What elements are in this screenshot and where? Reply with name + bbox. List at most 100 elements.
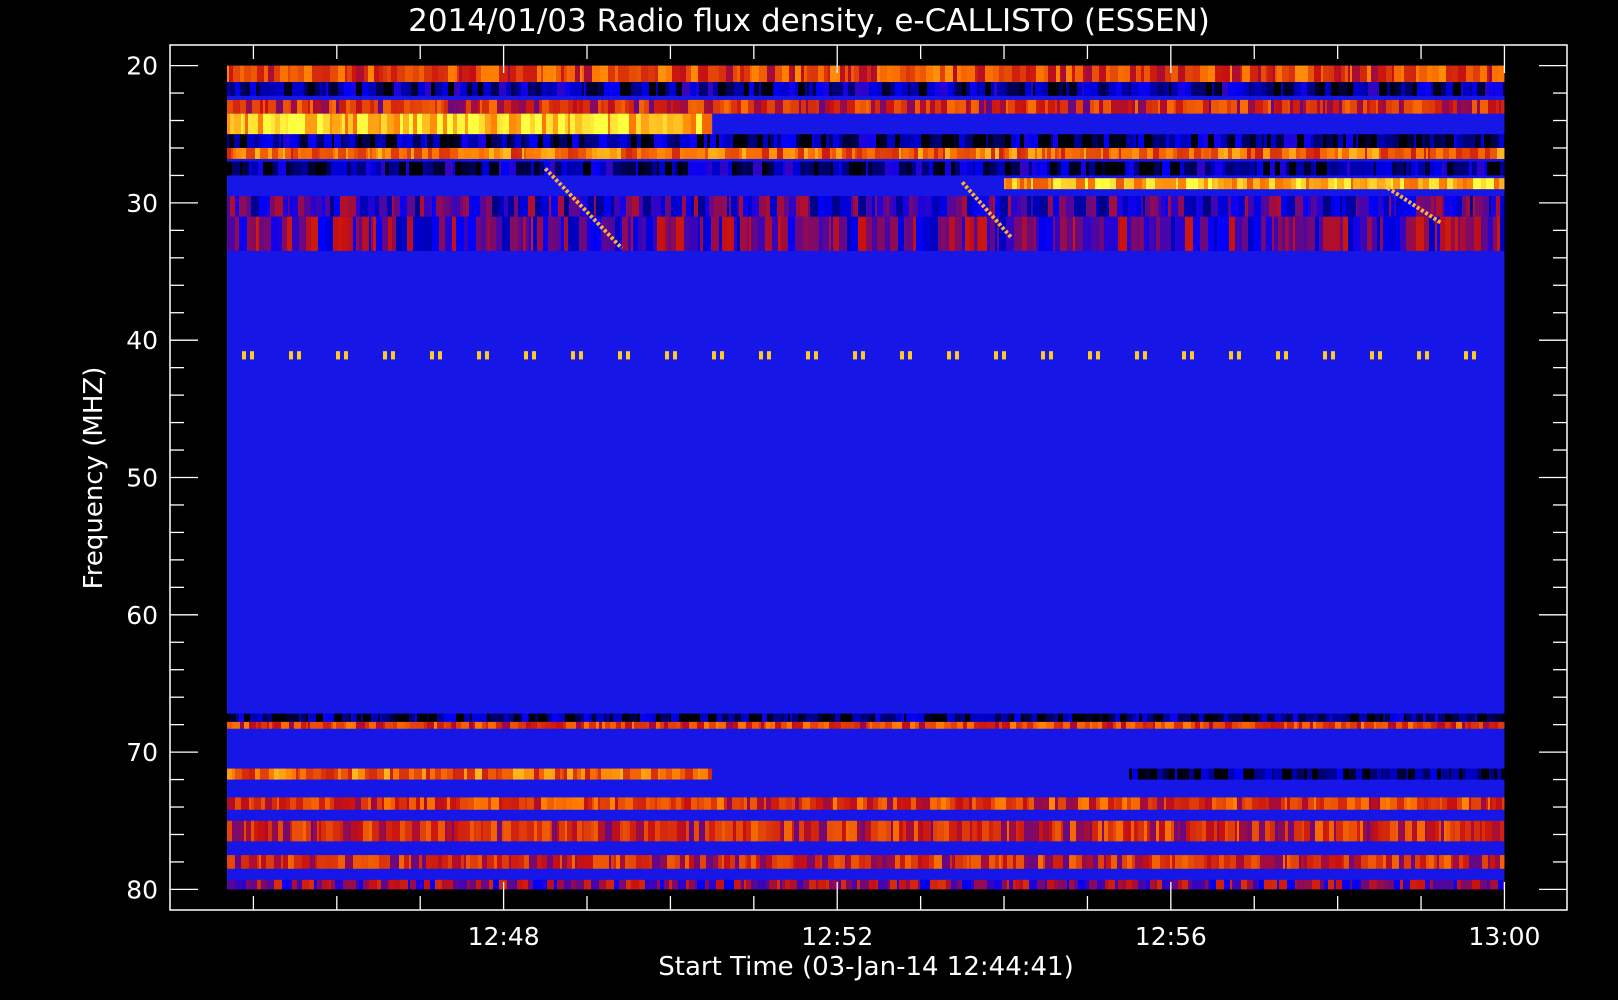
band-segment	[1411, 820, 1415, 842]
band-segment	[999, 196, 1008, 217]
band-segment	[984, 82, 987, 96]
band-segment	[582, 161, 589, 176]
band-segment	[344, 113, 348, 135]
band-segment	[529, 713, 535, 722]
band-segment	[628, 99, 634, 114]
band-segment	[1170, 216, 1175, 251]
band-segment	[446, 797, 450, 810]
band-segment	[994, 713, 1001, 722]
band-segment	[441, 879, 447, 890]
band-segment	[745, 721, 752, 729]
band-segment	[1199, 216, 1208, 251]
band-segment	[739, 65, 744, 83]
band-segment	[805, 713, 810, 722]
band-segment	[1337, 147, 1342, 159]
band-segment	[894, 855, 900, 869]
band-segment	[822, 82, 829, 96]
band-segment	[1119, 216, 1127, 251]
band-segment	[482, 797, 488, 810]
band-segment	[347, 768, 352, 780]
band-segment	[617, 113, 621, 135]
band-segment	[885, 99, 894, 114]
band-segment	[599, 65, 608, 83]
band-segment	[374, 855, 379, 869]
band-segment	[666, 134, 674, 148]
band-segment	[1105, 196, 1109, 217]
band-segment	[1204, 879, 1208, 890]
band-segment	[311, 147, 318, 159]
band-dot	[617, 351, 622, 360]
band-segment	[276, 216, 282, 251]
band-segment	[320, 99, 329, 114]
band-segment	[780, 161, 783, 176]
band-segment	[337, 855, 345, 869]
band-segment	[546, 797, 554, 810]
band-segment	[733, 216, 737, 251]
band-segment	[1415, 134, 1420, 148]
band-segment	[352, 855, 361, 869]
band-segment	[1169, 855, 1172, 869]
band-segment	[479, 713, 487, 722]
band-segment	[226, 820, 232, 842]
band-segment	[934, 99, 941, 114]
band-segment	[486, 855, 494, 869]
band-segment	[1130, 721, 1135, 729]
band-segment	[1310, 797, 1314, 810]
band-segment	[800, 65, 804, 83]
band-segment	[1163, 178, 1169, 190]
band-segment	[375, 216, 382, 251]
band-segment	[257, 820, 265, 842]
band-segment	[1293, 721, 1297, 729]
band-segment	[423, 196, 430, 217]
band-segment	[1431, 65, 1439, 83]
band-segment	[782, 161, 785, 176]
band-segment	[498, 161, 501, 176]
band-segment	[567, 216, 572, 251]
band-segment	[1279, 721, 1284, 729]
band-segment	[563, 797, 566, 810]
band-segment	[1097, 855, 1104, 869]
band-segment	[536, 855, 542, 869]
band-segment	[489, 216, 496, 251]
band-segment	[679, 147, 683, 159]
band-segment	[1236, 713, 1243, 722]
band-segment	[1038, 99, 1045, 114]
band-segment	[675, 216, 684, 251]
band-segment	[1069, 721, 1077, 729]
band-segment	[1037, 855, 1043, 869]
band-segment	[788, 134, 796, 148]
band-segment	[939, 82, 948, 96]
band-segment	[1450, 216, 1455, 251]
band-segment	[258, 196, 267, 217]
band-segment	[1197, 855, 1204, 869]
band-segment	[432, 855, 438, 869]
band-segment	[1323, 797, 1331, 810]
band-segment	[807, 99, 816, 114]
band-segment	[1234, 820, 1237, 842]
band-segment	[869, 134, 876, 148]
band-segment	[1146, 713, 1149, 722]
band-segment	[1427, 797, 1431, 810]
band-segment	[620, 113, 629, 135]
band-segment	[789, 99, 792, 114]
band-segment	[373, 65, 379, 83]
band-segment	[1054, 820, 1059, 842]
band-segment	[1284, 797, 1287, 810]
band-segment	[1129, 65, 1136, 83]
band-segment	[813, 134, 821, 148]
band-segment	[1208, 178, 1213, 190]
band-segment	[1024, 178, 1028, 190]
band-segment	[1377, 196, 1382, 217]
band-segment	[256, 855, 259, 869]
band-segment	[1286, 196, 1295, 217]
band-segment	[887, 879, 890, 890]
band-segment	[621, 713, 630, 722]
band-segment	[1143, 216, 1149, 251]
band-segment	[367, 196, 375, 217]
band-segment	[260, 855, 266, 869]
band-segment	[254, 134, 258, 148]
band-segment	[380, 113, 387, 135]
band-segment	[613, 134, 620, 148]
band-segment	[1210, 161, 1215, 176]
band-segment	[690, 65, 698, 83]
